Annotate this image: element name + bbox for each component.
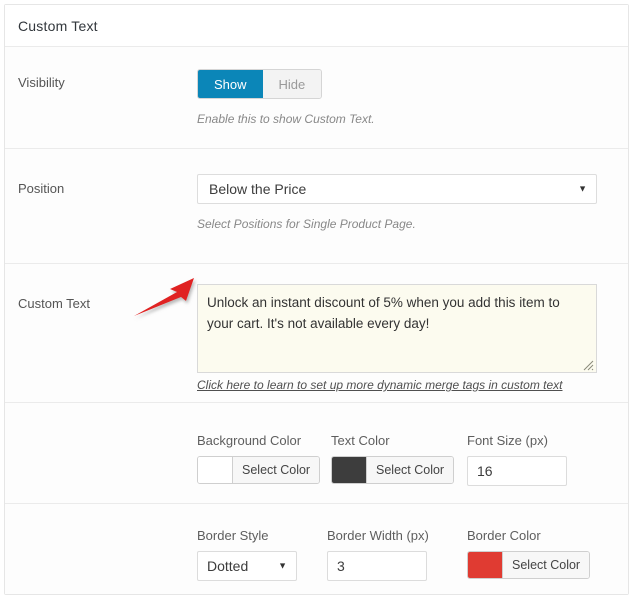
custom-text-panel: Custom Text Visibility Show Hide Enable … <box>4 4 629 595</box>
border-color-group: Border Color Select Color <box>467 528 591 583</box>
border-width-group: Border Width (px) <box>327 528 467 581</box>
text-color-select-button[interactable]: Select Color <box>367 457 454 483</box>
chevron-down-icon: ▼ <box>278 560 287 571</box>
border-width-label: Border Width (px) <box>327 528 429 543</box>
border-width-input[interactable] <box>327 551 427 581</box>
border-color-picker[interactable]: Select Color <box>467 551 591 579</box>
position-field: Below the Price ▼ Select Positions for S… <box>197 149 628 263</box>
styles-label-spacer <box>5 403 197 503</box>
border-color-label: Border Color <box>467 528 541 543</box>
border-style-value: Dotted <box>207 558 249 574</box>
borders-fields-wrap: Border Style Dotted ▼ Border Width (px) … <box>197 504 614 583</box>
merge-tags-link[interactable]: Click here to learn to set up more dynam… <box>197 378 563 392</box>
page-title: Custom Text <box>18 17 98 34</box>
visibility-show-button[interactable]: Show <box>198 70 263 98</box>
text-color-group: Text Color Select Color <box>331 433 467 488</box>
row-visibility: Visibility Show Hide Enable this to show… <box>5 47 628 149</box>
styles-fields-wrap: Background Color Select Color Text Color… <box>197 403 614 488</box>
row-borders: Border Style Dotted ▼ Border Width (px) … <box>5 504 628 594</box>
background-color-group: Background Color Select Color <box>197 433 331 488</box>
custom-text-textarea[interactable]: Unlock an instant discount of 5% when yo… <box>197 284 597 373</box>
custom-text-value: Unlock an instant discount of 5% when yo… <box>207 295 560 331</box>
row-custom-text: Custom Text Unlock an instant discount o… <box>5 264 628 403</box>
position-help-text: Select Positions for Single Product Page… <box>197 217 416 231</box>
position-select-value: Below the Price <box>209 181 307 197</box>
background-color-select-button[interactable]: Select Color <box>233 457 320 483</box>
visibility-label: Visibility <box>18 75 65 90</box>
custom-text-label: Custom Text <box>18 296 91 311</box>
border-style-label: Border Style <box>197 528 269 543</box>
background-color-picker[interactable]: Select Color <box>197 456 321 484</box>
borders-field: Border Style Dotted ▼ Border Width (px) … <box>197 504 628 594</box>
settings-screen: Custom Text Visibility Show Hide Enable … <box>0 0 638 597</box>
chevron-down-icon: ▼ <box>578 183 587 194</box>
borders-label-spacer <box>5 504 197 594</box>
position-select[interactable]: Below the Price ▼ <box>197 174 597 204</box>
visibility-toggle-group[interactable]: Show Hide <box>197 69 323 99</box>
background-color-label: Background Color <box>197 433 302 448</box>
border-color-select-button[interactable]: Select Color <box>503 552 590 578</box>
font-size-group: Font Size (px) <box>467 433 567 486</box>
row-styles: Background Color Select Color Text Color… <box>5 403 628 504</box>
text-color-picker[interactable]: Select Color <box>331 456 455 484</box>
text-color-label: Text Color <box>331 433 390 448</box>
font-size-label: Font Size (px) <box>467 433 548 448</box>
border-style-group: Border Style Dotted ▼ <box>197 528 327 581</box>
text-color-swatch[interactable] <box>332 457 367 483</box>
position-label: Position <box>18 181 65 196</box>
visibility-hide-button[interactable]: Hide <box>262 70 322 98</box>
panel-header: Custom Text <box>5 5 628 47</box>
custom-text-field: Unlock an instant discount of 5% when yo… <box>197 264 628 402</box>
border-color-swatch[interactable] <box>468 552 503 578</box>
border-style-select[interactable]: Dotted ▼ <box>197 551 297 581</box>
font-size-input[interactable] <box>467 456 567 486</box>
visibility-field: Show Hide Enable this to show Custom Tex… <box>197 47 628 148</box>
resize-handle-icon[interactable] <box>583 360 594 371</box>
styles-field: Background Color Select Color Text Color… <box>197 403 628 503</box>
row-position: Position Below the Price ▼ Select Positi… <box>5 149 628 264</box>
background-color-swatch[interactable] <box>198 457 233 483</box>
visibility-help-text: Enable this to show Custom Text. <box>197 112 375 126</box>
